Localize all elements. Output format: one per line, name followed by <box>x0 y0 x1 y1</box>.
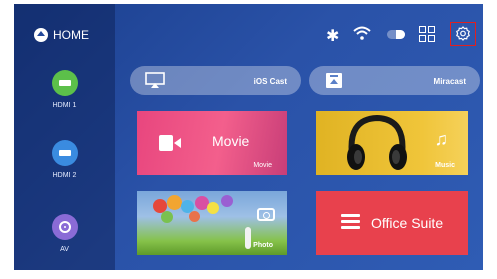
miracast-icon <box>326 73 342 88</box>
disc-icon <box>51 214 78 240</box>
home-header[interactable]: HOME <box>34 28 89 42</box>
document-list-icon <box>341 214 360 232</box>
office-suite-label: Office Suite <box>371 215 444 231</box>
source-av-label: AV <box>60 246 69 253</box>
movie-title: Movie <box>212 133 250 149</box>
photo-label: Photo <box>253 242 273 249</box>
wifi-icon[interactable] <box>353 26 371 40</box>
balloon <box>167 195 182 210</box>
apps-grid-icon[interactable] <box>419 26 435 42</box>
home-label: HOME <box>53 28 89 42</box>
sidebar: HOME HDMI 1 HDMI 2 AV <box>14 4 115 270</box>
ios-cast-button[interactable]: iOS Cast <box>130 66 301 95</box>
hdmi-icon <box>51 140 78 166</box>
settings-button[interactable] <box>450 22 476 46</box>
home-icon <box>34 28 48 42</box>
bluetooth-icon[interactable]: ✱ <box>326 26 339 46</box>
airplay-icon <box>145 72 165 88</box>
music-label: Music <box>435 162 455 169</box>
photo-tile[interactable]: Photo <box>137 191 287 255</box>
source-hdmi2-label: HDMI 2 <box>52 172 77 179</box>
balloon <box>221 195 233 207</box>
balloon <box>189 211 200 222</box>
headphones-image <box>347 114 407 170</box>
settings-gear-icon <box>456 26 470 41</box>
battery-icon <box>387 30 405 39</box>
projector-home-screen: HOME HDMI 1 HDMI 2 AV ✱ iOS Cast Miracas… <box>14 4 483 270</box>
ios-cast-label: iOS Cast <box>253 77 287 86</box>
office-suite-tile[interactable]: Office Suite <box>316 191 468 255</box>
source-hdmi2[interactable]: HDMI 2 <box>14 140 115 179</box>
balloon <box>207 202 219 214</box>
miracast-button[interactable]: Miracast <box>309 66 480 95</box>
source-hdmi1-label: HDMI 1 <box>52 102 77 109</box>
camera-icon <box>257 208 275 221</box>
video-camera-icon <box>159 135 181 151</box>
child-figure <box>245 227 251 249</box>
miracast-label: Miracast <box>433 77 466 86</box>
movie-label: Movie <box>253 162 272 169</box>
balloon <box>161 211 173 223</box>
movie-tile[interactable]: Movie Movie <box>137 111 287 175</box>
source-hdmi1[interactable]: HDMI 1 <box>14 70 115 109</box>
source-av[interactable]: AV <box>14 214 115 253</box>
hdmi-icon <box>51 70 78 96</box>
music-note-icon: ♫ <box>434 129 449 149</box>
music-tile[interactable]: ♫ Music <box>316 111 468 175</box>
